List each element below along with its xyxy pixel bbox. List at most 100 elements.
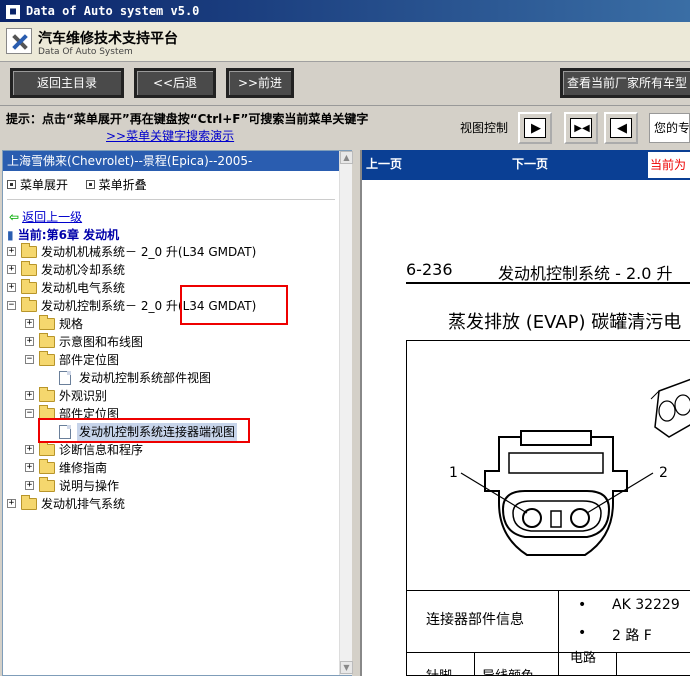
folder-icon — [39, 459, 55, 474]
highlight-box — [38, 418, 250, 443]
home-button[interactable]: 返回主目录 — [10, 68, 124, 98]
current-chapter: ▮ 当前:第6章 发动机 — [7, 226, 119, 243]
expand-plus-icon[interactable]: + — [25, 445, 34, 454]
tree-item-label: 发动机电气系统 — [41, 281, 126, 295]
expand-icon — [7, 180, 16, 189]
back-button[interactable]: <<后退 — [134, 68, 216, 98]
collapse-minus-icon[interactable]: − — [25, 355, 34, 364]
folder-icon — [39, 477, 55, 492]
open-folder-icon — [21, 297, 37, 312]
connector-part-number: AK 32229 — [612, 597, 680, 613]
collapse-menu-link[interactable]: 菜单折叠 — [99, 176, 147, 193]
prev-page-link[interactable]: 上一页 — [366, 155, 402, 172]
folder-icon — [21, 243, 37, 258]
tree-item-label: 外观识别 — [59, 389, 108, 403]
page-title: 发动机控制系统 - 2.0 升 — [498, 264, 673, 283]
connector-info-row: 连接器部件信息 • AK 32229 • 2 路 F — [406, 590, 690, 653]
app-icon: ■ — [6, 4, 20, 19]
current-chapter-label: 当前:第6章 发动机 — [17, 228, 120, 242]
bullet-icon: • — [578, 625, 587, 641]
back-arrow-icon: ⇦ — [9, 210, 20, 224]
folder-icon — [21, 495, 37, 510]
folder-icon — [39, 315, 55, 330]
tree-item-label: 发动机控制系统部件视图 — [79, 371, 212, 385]
wrench-screwdriver-icon — [6, 28, 32, 54]
tree-item-label: 规格 — [59, 317, 84, 331]
pin-callout-1: 1 — [449, 465, 458, 481]
bullet-icon: • — [578, 597, 587, 613]
table-divider — [558, 653, 559, 676]
expand-plus-icon[interactable]: + — [7, 265, 16, 274]
page-rule — [406, 282, 690, 284]
view-left-pane-button[interactable]: ▶ — [518, 112, 552, 144]
expand-plus-icon[interactable]: + — [25, 481, 34, 490]
arrow-left-icon: ◀ — [617, 121, 627, 136]
menu-tree-pane: 上海雪佛来(Chevrolet)--景程(Epica)--2005- 菜单展开 … — [2, 150, 353, 676]
view-right-pane-button[interactable]: ◀ — [604, 112, 638, 144]
app-title: 汽车维修技术支持平台 — [38, 31, 178, 47]
pinout-header-row: 针脚 导线颜色 电路 — [406, 651, 690, 676]
hint-bar: 提示：点击“菜单展开”再在键盘按“Ctrl+F”可搜索当前菜单关键字 >>菜单关… — [0, 106, 690, 148]
connector-type: 2 路 F — [612, 628, 652, 644]
table-divider — [474, 653, 475, 676]
next-page-link[interactable]: 下一页 — [512, 155, 548, 172]
expand-plus-icon[interactable]: + — [25, 391, 34, 400]
col-color-header: 导线颜色 — [482, 665, 534, 676]
split-arrows-icon: ▶◀ — [574, 123, 590, 134]
collapse-minus-icon[interactable]: − — [7, 301, 16, 310]
search-demo-link[interactable]: >>菜单关键字搜索演示 — [106, 127, 234, 144]
back-up-link[interactable]: 返回上一级 — [22, 210, 82, 224]
tree-item-label: 说明与操作 — [59, 479, 120, 493]
expand-plus-icon[interactable]: + — [25, 337, 34, 346]
scroll-up-icon[interactable]: ▲ — [340, 151, 353, 164]
book-icon: ▮ — [7, 228, 14, 242]
col-circuit-header: 电路 — [570, 651, 597, 666]
collapse-icon — [85, 180, 95, 189]
tree-item-label: 发动机机械系统－ 2_0 升(L34 GMDAT) — [41, 245, 257, 259]
document-icon — [59, 371, 71, 385]
vehicle-title: 上海雪佛来(Chevrolet)--景程(Epica)--2005- — [3, 151, 351, 171]
expand-plus-icon[interactable]: + — [25, 319, 34, 328]
folder-icon — [21, 261, 37, 276]
table-divider — [616, 653, 617, 676]
document-page: 6-236 发动机控制系统 - 2.0 升 蒸发排放 (EVAP) 碳罐清污电 — [362, 180, 690, 676]
table-divider — [558, 591, 559, 653]
expand-menu-link[interactable]: 菜单展开 — [20, 176, 68, 193]
col-pin-header: 针脚 — [426, 665, 452, 676]
connector-info-label: 连接器部件信息 — [426, 612, 524, 628]
expand-plus-icon[interactable]: + — [7, 247, 16, 256]
section-title: 蒸发排放 (EVAP) 碳罐清污电 — [448, 312, 682, 333]
document-pane: 上一页 下一页 当前为 6-236 发动机控制系统 - 2.0 升 蒸发排放 (… — [360, 150, 690, 676]
tree-item-label: 发动机冷却系统 — [41, 263, 126, 277]
page-nav-bar: 上一页 下一页 当前为 — [362, 150, 690, 180]
welcome-text: 您的专 — [649, 113, 690, 143]
current-page-label: 当前为 — [648, 152, 690, 178]
tree-item-label: 示意图和布线图 — [59, 335, 144, 349]
window-title-bar: ■ Data of Auto system v5.0 — [0, 0, 690, 22]
menu-controls: 菜单展开 菜单折叠 — [7, 176, 147, 193]
arrow-right-icon: ▶ — [531, 121, 541, 136]
highlight-box — [180, 285, 288, 325]
page-number: 6-236 — [406, 260, 453, 279]
main-toolbar: 返回主目录 <<后退 >>前进 查看当前厂家所有车型 — [0, 62, 690, 106]
tree-item-label: 部件定位图 — [59, 353, 120, 367]
divider — [7, 199, 335, 200]
vertical-scrollbar[interactable]: ▲ ▼ — [339, 151, 353, 675]
collapse-minus-icon[interactable]: − — [25, 409, 34, 418]
tree-item-label: 诊断信息和程序 — [59, 443, 144, 457]
view-split-button[interactable]: ▶◀ — [564, 112, 598, 144]
scroll-down-icon[interactable]: ▼ — [340, 661, 353, 674]
all-models-button[interactable]: 查看当前厂家所有车型 — [560, 68, 690, 98]
search-hint: 提示：点击“菜单展开”再在键盘按“Ctrl+F”可搜索当前菜单关键字 — [6, 112, 369, 126]
window-title: Data of Auto system v5.0 — [26, 4, 200, 18]
forward-button[interactable]: >>前进 — [226, 68, 294, 98]
tree-item-label: 发动机排气系统 — [41, 497, 126, 511]
view-control-label: 视图控制 — [460, 121, 509, 135]
back-row: ⇦ 返回上一级 — [9, 208, 82, 225]
expand-plus-icon[interactable]: + — [7, 283, 16, 292]
expand-plus-icon[interactable]: + — [25, 463, 34, 472]
tree-item-label: 维修指南 — [59, 461, 108, 475]
folder-icon — [39, 333, 55, 348]
expand-plus-icon[interactable]: + — [7, 499, 16, 508]
app-banner: 汽车维修技术支持平台 Data Of Auto System — [0, 22, 690, 62]
